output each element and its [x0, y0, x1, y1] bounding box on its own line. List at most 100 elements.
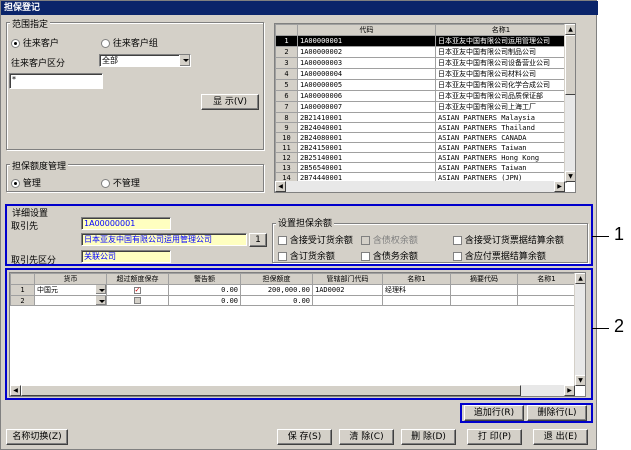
- code-cell[interactable]: 1A00000001: [297, 35, 436, 47]
- customer-list[interactable]: 代码 名称1 1 1A00000001 日本亚友中国有限公司运用管理公司 2 1A000…: [274, 23, 576, 193]
- dept-cell[interactable]: 1AD0002: [312, 284, 383, 296]
- code-cell[interactable]: 1A00000004: [297, 68, 436, 80]
- code-cell[interactable]: 2B56540001: [297, 162, 436, 173]
- code-cell[interactable]: 2B24040001: [297, 122, 436, 133]
- dept-cell[interactable]: [312, 295, 383, 306]
- scroll-thumb[interactable]: [565, 35, 575, 95]
- scroll-right-icon[interactable]: ▶: [554, 181, 565, 192]
- code-cell[interactable]: 2B25140001: [297, 152, 436, 163]
- delete-row-button[interactable]: 删除行(L): [527, 405, 587, 421]
- over-limit-checkbox[interactable]: [134, 297, 141, 304]
- radio-manage-icon[interactable]: [11, 179, 20, 188]
- column-header-name[interactable]: 名称1: [435, 24, 567, 36]
- name-cell[interactable]: 日本亚友中国有限公司设备营业公司: [435, 57, 567, 69]
- clear-button[interactable]: 清 除(C): [339, 429, 394, 445]
- name-cell[interactable]: ASIAN PARTNERS Taiwan: [435, 162, 567, 173]
- grid-header-dept-code[interactable]: 管辖部门代码: [312, 273, 383, 285]
- code-cell[interactable]: 1A00000003: [297, 57, 436, 69]
- warn-cell[interactable]: 0.00: [168, 284, 241, 296]
- customer-list-vscroll[interactable]: ▲ ▼: [564, 24, 575, 182]
- table-row[interactable]: 3 1A00000003 日本亚友中国有限公司设备营业公司: [275, 57, 567, 69]
- guarantee-grid-hscroll[interactable]: ◀ ▶: [10, 385, 575, 396]
- exit-button[interactable]: 退 出(E): [533, 429, 588, 445]
- grid-header-limit[interactable]: 担保额度: [240, 273, 313, 285]
- check-payable-bill-box[interactable]: [453, 252, 462, 261]
- name-cell[interactable]: ASIAN PARTNERS Hong Kong: [435, 152, 567, 163]
- check-order-bill[interactable]: 含接受订货票据结算余额: [453, 233, 564, 246]
- code-cell[interactable]: 1A00000002: [297, 46, 436, 58]
- check-order-bill-box[interactable]: [453, 236, 462, 245]
- radio-customer-icon[interactable]: [11, 39, 20, 48]
- radio-customer-group-icon[interactable]: [101, 39, 110, 48]
- check-debt-box[interactable]: [361, 252, 370, 261]
- table-row[interactable]: 4 1A00000004 日本亚友中国有限公司材料公司: [275, 68, 567, 80]
- check-debt[interactable]: 含债务余额: [361, 249, 418, 262]
- name-switch-button[interactable]: 名称切换(Z): [6, 429, 68, 445]
- warn-cell[interactable]: 0.00: [168, 295, 241, 306]
- grid-header-warn[interactable]: 警告额: [168, 273, 241, 285]
- scroll-up-icon[interactable]: ▲: [575, 273, 585, 284]
- name-cell[interactable]: 经理科: [382, 284, 451, 296]
- radio-customer-group[interactable]: 往来客户组: [101, 36, 158, 49]
- chevron-down-icon[interactable]: [179, 55, 190, 66]
- delete-button[interactable]: 删 除(D): [401, 429, 456, 445]
- radio-customer[interactable]: 往来客户: [11, 36, 59, 49]
- name-b-cell[interactable]: [517, 295, 576, 306]
- scroll-down-icon[interactable]: ▼: [565, 171, 575, 182]
- name-cell[interactable]: 日本亚友中国有限公司材料公司: [435, 68, 567, 80]
- name-cell[interactable]: 日本亚友中国有限公司化学合成公司: [435, 79, 567, 91]
- code-cell[interactable]: 2B24080001: [297, 132, 436, 143]
- table-row[interactable]: 8 2B21410001 ASIAN PARTNERS Malaysia: [275, 112, 567, 123]
- code-cell[interactable]: 1A00000006: [297, 90, 436, 102]
- name-cell[interactable]: 日本亚友中国有限公司运用管理公司: [435, 35, 567, 47]
- name-cell[interactable]: ASIAN PARTNERS CANADA: [435, 132, 567, 143]
- check-purchase-order-box[interactable]: [278, 252, 287, 261]
- currency-cell[interactable]: 中国元: [34, 284, 107, 296]
- table-row[interactable]: 6 1A00000006 日本亚友中国有限公司品质保证部: [275, 90, 567, 102]
- filter-input[interactable]: *: [9, 73, 103, 89]
- table-row[interactable]: 2 1A00000002 日本亚友中国有限公司制品公司: [275, 46, 567, 58]
- table-row[interactable]: 13 2B56540001 ASIAN PARTNERS Taiwan: [275, 162, 567, 173]
- grid-header-currency[interactable]: 货币: [34, 273, 107, 285]
- grid-header-name1[interactable]: 名称1: [382, 273, 451, 285]
- name-cell[interactable]: 日本亚友中国有限公司上海工厂: [435, 101, 567, 113]
- scroll-down-icon[interactable]: ▼: [575, 375, 585, 386]
- name-cell[interactable]: ASIAN PARTNERS Malaysia: [435, 112, 567, 123]
- name-cell[interactable]: [382, 295, 451, 306]
- chevron-down-icon[interactable]: [95, 285, 106, 294]
- save-button[interactable]: 保 存(S): [277, 429, 332, 445]
- code-cell[interactable]: 1A00000005: [297, 79, 436, 91]
- customer-class-select[interactable]: 全部: [99, 54, 191, 67]
- table-row[interactable]: 10 2B24080001 ASIAN PARTNERS CANADA: [275, 132, 567, 143]
- code-cell[interactable]: 2B21410001: [297, 112, 436, 123]
- grid-header-summary-code[interactable]: 摘要代码: [450, 273, 518, 285]
- radio-nomanage[interactable]: 不管理: [101, 176, 140, 189]
- table-row[interactable]: 1 中国元 ✓ 0.00 200,000.00 1AD0002 经理科: [10, 284, 576, 296]
- over-limit-cell[interactable]: ✓: [106, 284, 169, 296]
- guarantee-grid-vscroll[interactable]: ▲ ▼: [574, 273, 585, 386]
- name-cell[interactable]: ASIAN PARTNERS Taiwan: [435, 142, 567, 153]
- add-row-button[interactable]: 追加行(R): [464, 405, 524, 421]
- scroll-left-icon[interactable]: ◀: [275, 181, 286, 192]
- print-button[interactable]: 打 印(P): [467, 429, 522, 445]
- currency-cell[interactable]: [34, 295, 107, 306]
- code-cell[interactable]: 2B24150001: [297, 142, 436, 153]
- grid-header-name1-b[interactable]: 名称1: [517, 273, 576, 285]
- customer-list-hscroll[interactable]: ◀ ▶: [275, 181, 565, 192]
- code-cell[interactable]: 1A00000007: [297, 101, 436, 113]
- over-limit-checkbox[interactable]: ✓: [134, 286, 141, 294]
- table-row[interactable]: 9 2B24040001 ASIAN PARTNERS Thailand: [275, 122, 567, 133]
- table-row[interactable]: 2 0.00 0.00: [10, 295, 576, 306]
- scroll-thumb[interactable]: [21, 385, 521, 396]
- check-order-receipt-box[interactable]: [278, 236, 287, 245]
- scroll-left-icon[interactable]: ◀: [10, 385, 21, 396]
- summary-code-cell[interactable]: [450, 284, 518, 296]
- table-row[interactable]: 1 1A00000001 日本亚友中国有限公司运用管理公司: [275, 35, 567, 47]
- partner-name-field[interactable]: 日本亚友中国有限公司运用管理公司: [81, 233, 247, 246]
- check-order-receipt[interactable]: 含接受订货余额: [278, 233, 353, 246]
- chevron-down-icon[interactable]: [95, 296, 106, 305]
- over-limit-cell[interactable]: [106, 295, 169, 306]
- name-cell[interactable]: ASIAN PARTNERS Thailand: [435, 122, 567, 133]
- table-row[interactable]: 12 2B25140001 ASIAN PARTNERS Hong Kong: [275, 152, 567, 163]
- partner-lookup-button[interactable]: 1: [249, 233, 267, 247]
